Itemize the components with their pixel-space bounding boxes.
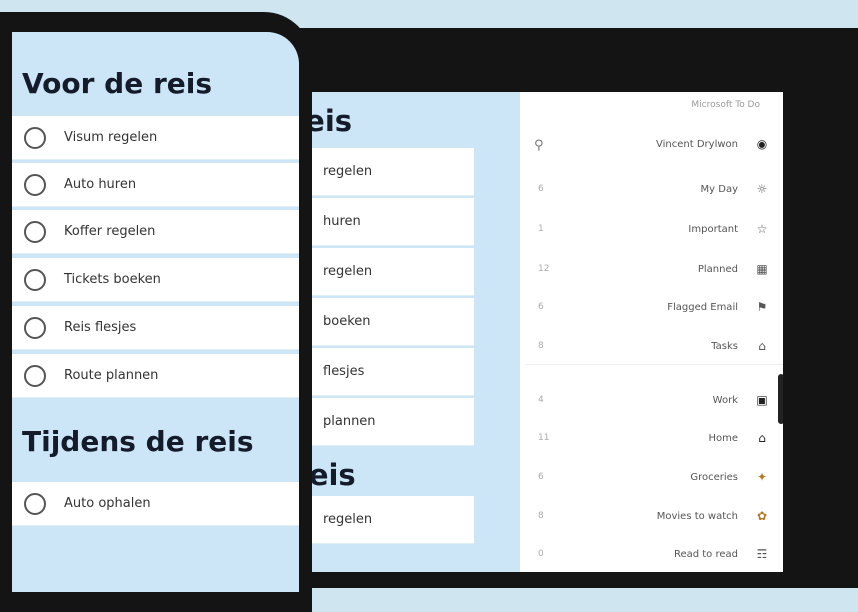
briefcase-icon: ▣ — [756, 393, 768, 407]
sidebar-item-count: 6 — [538, 472, 544, 482]
sidebar-item-count: 8 — [538, 341, 544, 351]
sidebar-item-label: Planned — [697, 263, 738, 275]
phone-task-item[interactable]: Koffer regelen — [12, 210, 299, 254]
avatar: ◉ — [756, 137, 768, 151]
phone-task-item[interactable]: Reis flesjes — [12, 306, 299, 350]
phone-section-title: Voor de reis — [22, 66, 213, 100]
phone-task-item[interactable]: Route plannen — [12, 354, 299, 398]
sidebar-item-label: Work — [712, 394, 738, 406]
phone-device: Voor de reis Visum regelen Auto huren Ko… — [0, 12, 312, 612]
task-label: regelen — [323, 512, 373, 527]
tablet-sidebar: Microsoft To Do ⚲ Vincent Drylwon ◉ 6 My… — [526, 92, 783, 572]
calendar-icon: ▦ — [756, 262, 768, 276]
task-label: plannen — [323, 414, 376, 429]
task-label: boeken — [323, 314, 371, 329]
checkbox-circle-icon[interactable] — [24, 316, 46, 339]
phone-screen: Voor de reis Visum regelen Auto huren Ko… — [12, 32, 299, 592]
sidebar-item-label: Important — [688, 223, 738, 235]
popcorn-icon: ✿ — [756, 509, 768, 523]
sidebar-item-count: 1 — [538, 224, 544, 234]
task-label: Reis flesjes — [64, 320, 137, 335]
carrot-icon: ✦ — [756, 470, 768, 484]
tablet-device: or de reis regelen huren regelen boeken … — [228, 28, 858, 588]
phone-task-item[interactable]: Auto huren — [12, 163, 299, 207]
task-label: Koffer regelen — [64, 224, 156, 239]
sidebar-item-count: 11 — [538, 433, 550, 443]
sidebar-item-count: 6 — [538, 302, 544, 312]
sidebar-item-label: Movies to watch — [656, 510, 738, 522]
task-label: huren — [323, 214, 361, 229]
sidebar-item-tasks[interactable]: 8 Tasks ⌂ — [526, 336, 783, 356]
checkbox-circle-icon[interactable] — [24, 492, 46, 515]
checkbox-circle-icon[interactable] — [24, 268, 46, 291]
task-label: Tickets boeken — [64, 272, 161, 287]
sidebar-item-label: Groceries — [690, 471, 738, 483]
task-label: Auto huren — [64, 177, 137, 192]
sidebar-item-count: 12 — [538, 264, 550, 274]
sidebar-item-important[interactable]: 1 Important ☆ — [526, 219, 783, 239]
sidebar-item-label: Vincent Drylwon — [656, 138, 738, 150]
checkbox-circle-icon[interactable] — [24, 220, 46, 243]
flag-icon: ⚑ — [756, 300, 768, 314]
sidebar-scrollbar[interactable] — [778, 374, 783, 424]
sidebar-header: Microsoft To Do — [691, 100, 760, 110]
phone-task-item[interactable]: Tickets boeken — [12, 258, 299, 302]
checkbox-circle-icon[interactable] — [24, 364, 46, 387]
task-label: flesjes — [323, 364, 365, 379]
sidebar-item-planned[interactable]: 12 Planned ▦ — [526, 259, 783, 279]
sidebar-item-work[interactable]: 4 Work ▣ — [526, 390, 783, 410]
sidebar-item-label: Read to read — [673, 548, 738, 560]
sidebar-item-my-day[interactable]: 6 My Day ☼ — [526, 179, 783, 199]
sidebar-item-count: 4 — [538, 395, 544, 405]
task-label: regelen — [323, 164, 373, 179]
phone-section-title: Tijdens de reis — [22, 424, 254, 458]
sidebar-item-movies[interactable]: 8 Movies to watch ✿ — [526, 506, 783, 526]
task-label: regelen — [323, 264, 373, 279]
sidebar-divider — [526, 364, 783, 365]
sidebar-item-label: Home — [708, 432, 738, 444]
sidebar-item-account[interactable]: Vincent Drylwon ◉ — [526, 134, 783, 154]
task-label: Auto ophalen — [64, 496, 151, 511]
sidebar-item-read[interactable]: 0 Read to read ☶ — [526, 544, 783, 564]
house-icon: ⌂ — [758, 431, 766, 445]
home-icon: ⌂ — [758, 339, 766, 353]
sun-icon: ☼ — [756, 182, 768, 196]
sidebar-item-home[interactable]: 11 Home ⌂ — [526, 428, 783, 448]
phone-task-item[interactable]: Visum regelen — [12, 116, 299, 160]
sidebar-item-label: Tasks — [711, 340, 738, 352]
task-label: Visum regelen — [64, 130, 158, 145]
sidebar-item-count: 0 — [538, 549, 544, 559]
phone-task-item[interactable]: Auto ophalen — [12, 482, 299, 526]
checkbox-circle-icon[interactable] — [24, 173, 46, 196]
sidebar-item-label: Flagged Email — [667, 301, 738, 313]
checkbox-circle-icon[interactable] — [24, 126, 46, 149]
sidebar-item-count: 6 — [538, 184, 544, 194]
task-label: Route plannen — [64, 368, 159, 383]
sidebar-item-label: My Day — [700, 183, 738, 195]
sidebar-item-count: 8 — [538, 511, 544, 521]
star-icon: ☆ — [756, 222, 768, 236]
sidebar-item-groceries[interactable]: 6 Groceries ✦ — [526, 467, 783, 487]
sidebar-item-flagged-email[interactable]: 6 Flagged Email ⚑ — [526, 297, 783, 317]
